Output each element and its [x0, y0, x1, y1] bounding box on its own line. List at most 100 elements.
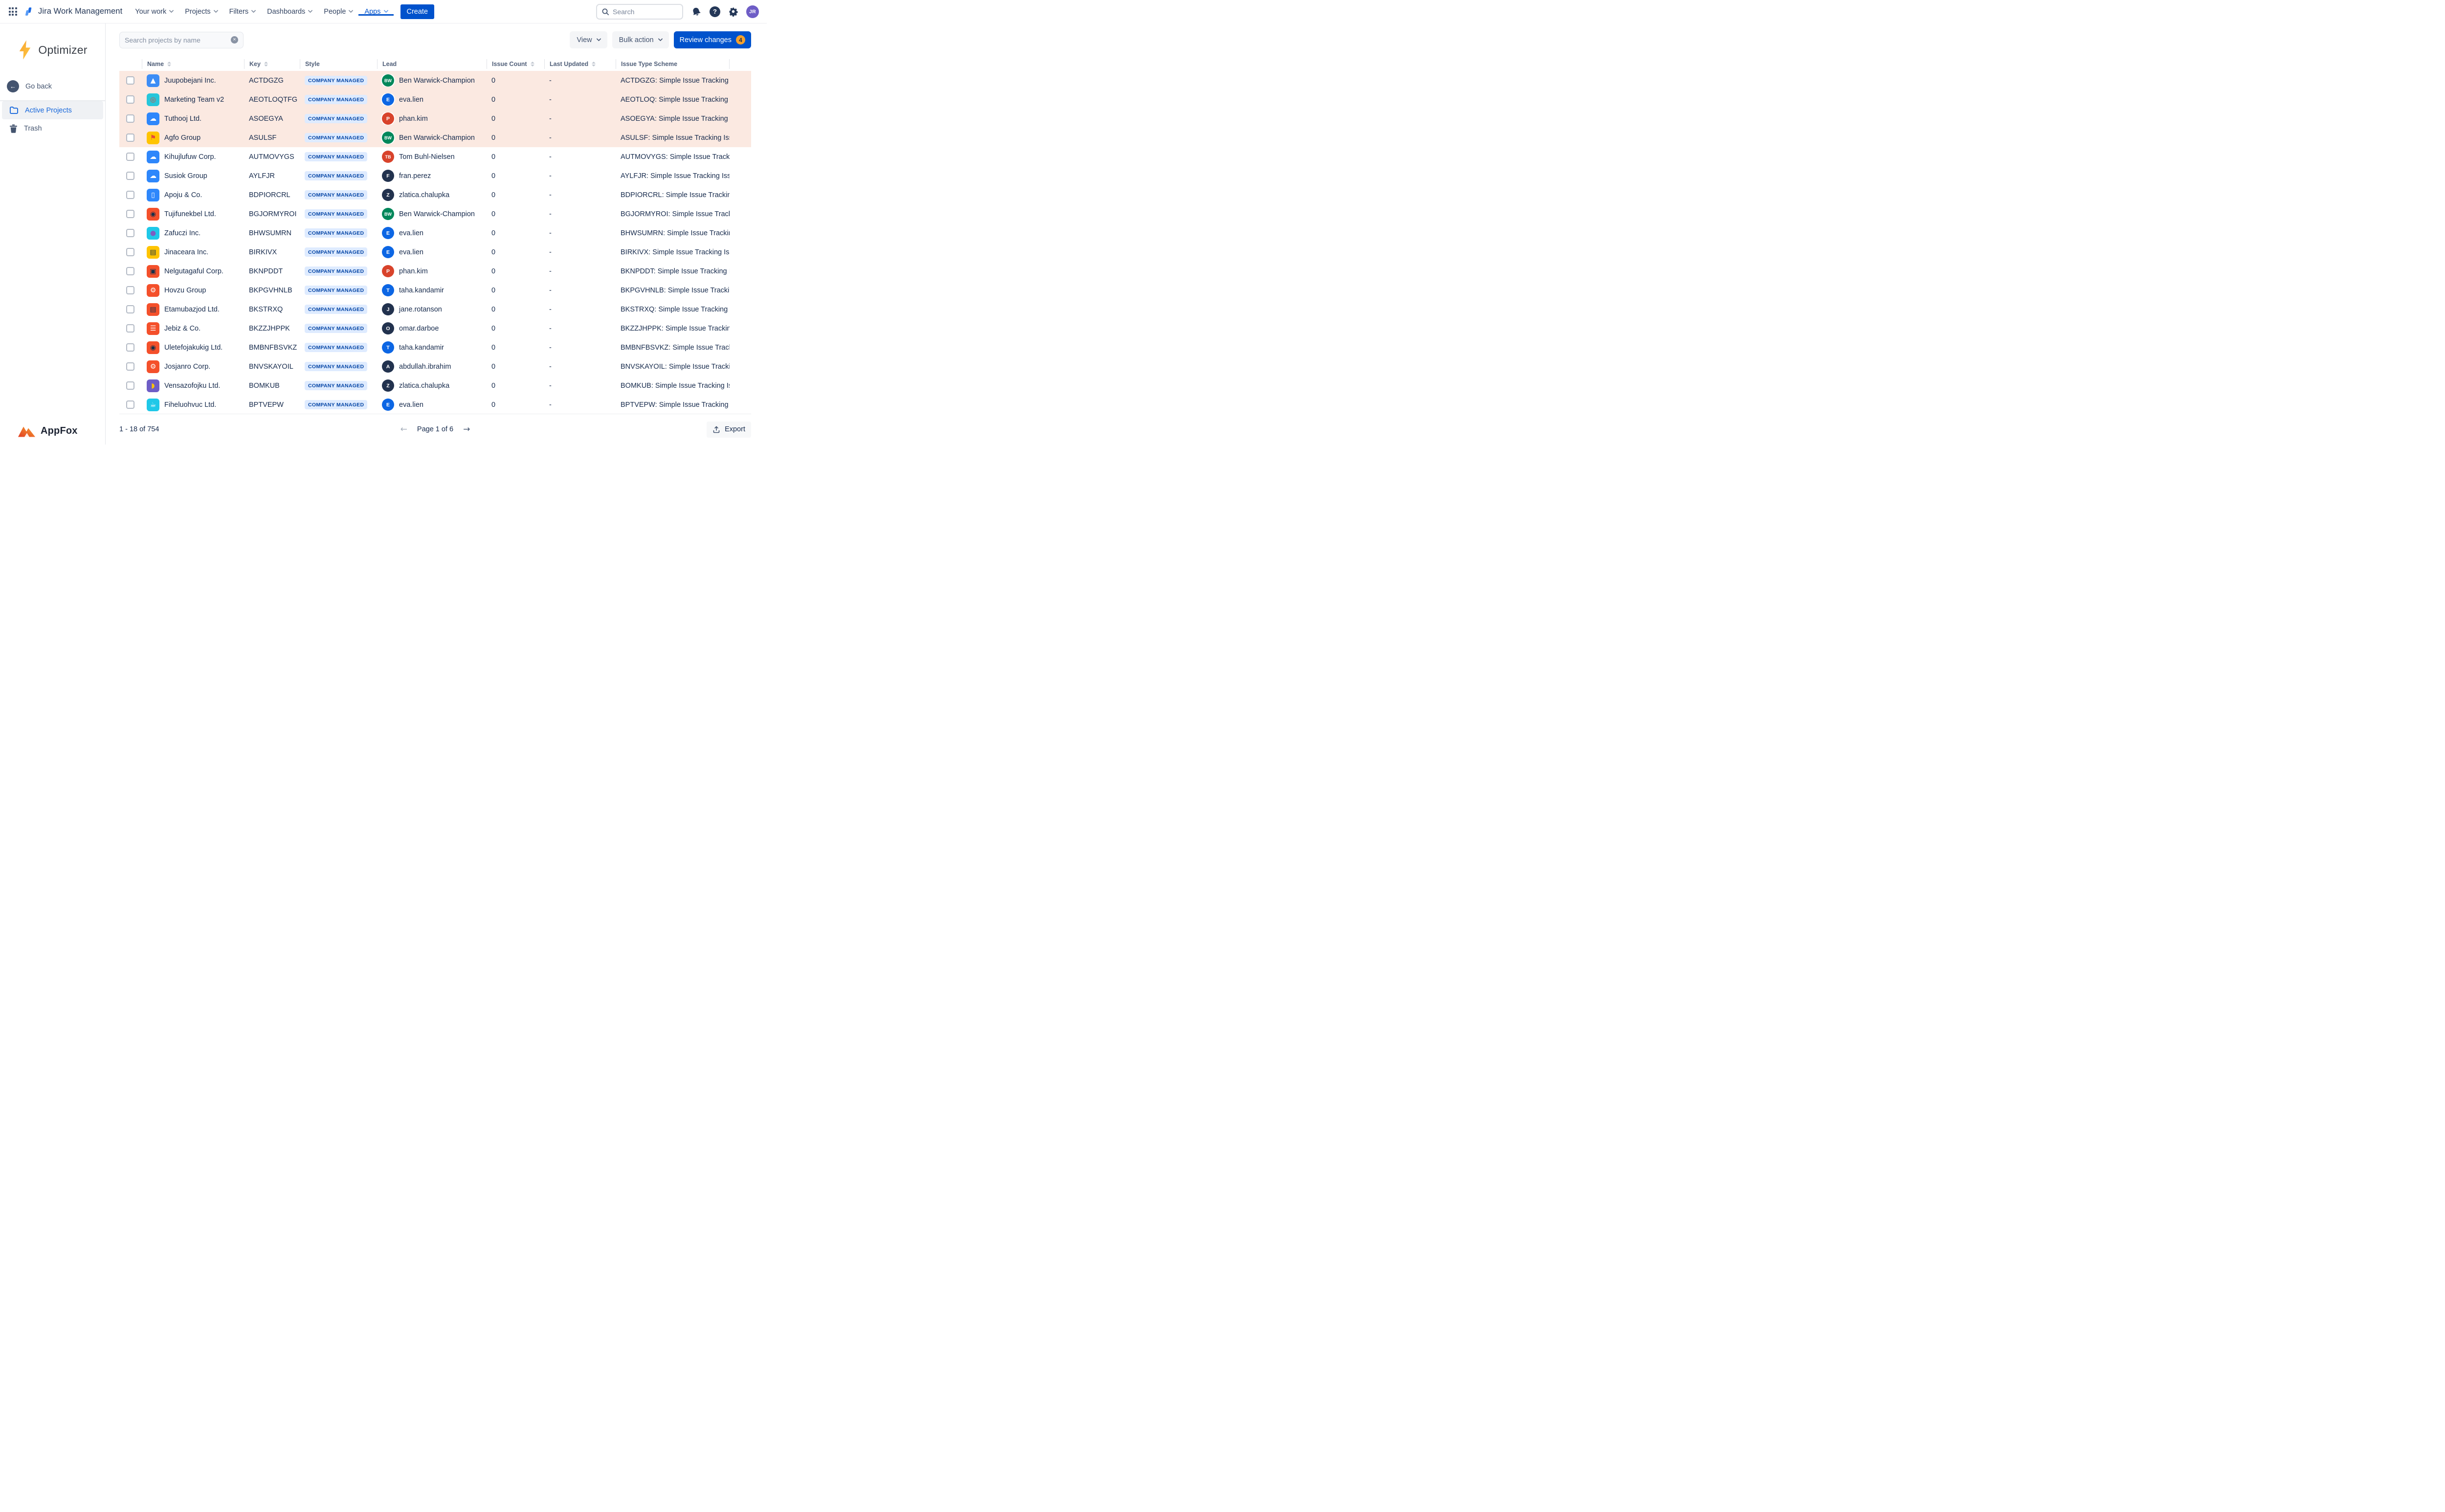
nav-item-dashboards[interactable]: Dashboards [261, 8, 318, 16]
project-name[interactable]: Tuthooj Ltd. [164, 115, 201, 123]
row-checkbox[interactable] [126, 248, 134, 256]
nav-item-projects[interactable]: Projects [179, 8, 223, 16]
help-icon[interactable]: ? [710, 6, 720, 17]
table-row: ☕ Fiheluohvuc Ltd. BPTVEPW COMPANY MANAG… [119, 395, 751, 414]
project-name[interactable]: Susiok Group [164, 172, 207, 180]
top-navbar: Jira Work Management Your workProjectsFi… [0, 0, 767, 23]
row-checkbox[interactable] [126, 191, 134, 199]
sidebar-item-trash[interactable]: Trash [2, 119, 103, 137]
row-checkbox[interactable] [126, 95, 134, 104]
project-name[interactable]: Vensazofojku Ltd. [164, 382, 220, 390]
app-switcher-icon[interactable] [5, 4, 21, 20]
project-key: BPTVEPW [244, 401, 300, 409]
nav-item-label: Apps [364, 8, 380, 16]
project-name[interactable]: Uletefojakukig Ltd. [164, 344, 222, 352]
issue-type-scheme: BOMKUB: Simple Issue Tracking Is... [616, 382, 730, 390]
style-badge: COMPANY MANAGED [305, 152, 367, 161]
lead-avatar: E [382, 227, 394, 239]
row-checkbox[interactable] [126, 172, 134, 180]
table-body: ▲ Juupobejani Inc. ACTDGZG COMPANY MANAG… [119, 71, 751, 414]
project-name[interactable]: Kihujlufuw Corp. [164, 153, 216, 161]
global-search-input[interactable] [613, 8, 671, 16]
sidebar-item-active-projects[interactable]: Active Projects [2, 101, 103, 119]
row-checkbox[interactable] [126, 133, 134, 142]
project-name[interactable]: Josjanro Corp. [164, 363, 210, 371]
go-back-label: Go back [25, 83, 52, 90]
appfox-logo-icon [18, 424, 36, 438]
clear-search-icon[interactable]: × [231, 36, 238, 44]
export-button[interactable]: Export [707, 422, 751, 438]
column-header-key[interactable]: Key [244, 59, 300, 69]
row-checkbox[interactable] [126, 114, 134, 123]
lead-avatar: TB [382, 151, 394, 163]
column-header-issue-count[interactable]: Issue Count [487, 59, 544, 69]
column-header-name[interactable]: Name [142, 59, 244, 69]
table-row: ● Zafuczi Inc. BHWSUMRN COMPANY MANAGED … [119, 223, 751, 243]
project-name[interactable]: Jinaceara Inc. [164, 248, 208, 256]
nav-item-filters[interactable]: Filters [223, 8, 261, 16]
nav-item-your-work[interactable]: Your work [129, 8, 179, 16]
nav-item-people[interactable]: People [318, 8, 358, 16]
column-header-last-updated[interactable]: Last Updated [544, 59, 616, 69]
primary-nav: Your workProjectsFiltersDashboardsPeople… [129, 8, 393, 16]
row-checkbox[interactable] [126, 362, 134, 371]
row-checkbox[interactable] [126, 324, 134, 333]
project-name[interactable]: Etamubazjod Ltd. [164, 306, 220, 313]
project-name[interactable]: Apoju & Co. [164, 191, 202, 199]
issue-count: 0 [487, 248, 544, 256]
global-search[interactable] [596, 4, 683, 20]
style-badge: COMPANY MANAGED [305, 171, 367, 180]
project-name[interactable]: Nelgutagaful Corp. [164, 267, 223, 275]
chevron-down-icon [658, 37, 663, 42]
row-checkbox[interactable] [126, 229, 134, 237]
user-avatar[interactable]: JR [746, 5, 759, 18]
last-updated: - [544, 115, 616, 123]
lead-avatar: F [382, 170, 394, 182]
cloud-icon: ☁ [147, 151, 159, 163]
row-checkbox[interactable] [126, 153, 134, 161]
sidebar-item-label: Active Projects [25, 107, 72, 114]
photo-icon: ▲ [147, 74, 159, 87]
toolbar-actions: View Bulk action Review changes 4 [570, 31, 751, 48]
row-checkbox[interactable] [126, 400, 134, 409]
project-name[interactable]: Jebiz & Co. [164, 325, 200, 333]
row-checkbox[interactable] [126, 286, 134, 294]
project-key: BHWSUMRN [244, 229, 300, 237]
project-name[interactable]: Zafuczi Inc. [164, 229, 200, 237]
notifications-bell-icon[interactable] [691, 6, 702, 17]
row-checkbox[interactable] [126, 305, 134, 313]
nav-item-apps[interactable]: Apps [358, 8, 393, 16]
create-button[interactable]: Create [400, 4, 435, 19]
jira-logo[interactable]: Jira Work Management [22, 6, 127, 17]
issue-type-scheme: BKPGVHNLB: Simple Issue Tracki... [616, 287, 730, 294]
review-changes-button[interactable]: Review changes 4 [674, 31, 751, 48]
project-search-input[interactable] [125, 36, 231, 44]
bulk-action-button[interactable]: Bulk action [612, 31, 669, 48]
chevron-down-icon [308, 8, 313, 13]
project-name[interactable]: Agfo Group [164, 134, 200, 142]
row-checkbox[interactable] [126, 210, 134, 218]
project-name[interactable]: Tujifunekbel Ltd. [164, 210, 216, 218]
next-page-icon[interactable]: → [463, 424, 470, 434]
settings-gear-icon[interactable] [728, 6, 738, 17]
view-button[interactable]: View [570, 31, 607, 48]
issue-type-scheme: ASOEGYA: Simple Issue Tracking I... [616, 115, 730, 123]
column-header-checkbox [119, 59, 142, 69]
row-checkbox[interactable] [126, 343, 134, 352]
project-search[interactable]: × [119, 32, 244, 48]
previous-page-icon[interactable]: ← [400, 424, 407, 434]
project-name[interactable]: Juupobejani Inc. [164, 77, 216, 85]
column-label: Key [249, 61, 261, 67]
issue-count: 0 [487, 115, 544, 123]
last-updated: - [544, 191, 616, 199]
table-row: ▣ Nelgutagaful Corp. BKNPDDT COMPANY MAN… [119, 262, 751, 281]
row-checkbox[interactable] [126, 76, 134, 85]
project-name[interactable]: Fiheluohvuc Ltd. [164, 401, 216, 409]
project-name[interactable]: Marketing Team v2 [164, 96, 224, 104]
project-name[interactable]: Hovzu Group [164, 287, 206, 294]
row-checkbox[interactable] [126, 381, 134, 390]
go-back-button[interactable]: ← Go back [7, 80, 105, 92]
row-checkbox[interactable] [126, 267, 134, 275]
style-badge: COMPANY MANAGED [305, 362, 367, 371]
style-badge: COMPANY MANAGED [305, 324, 367, 333]
